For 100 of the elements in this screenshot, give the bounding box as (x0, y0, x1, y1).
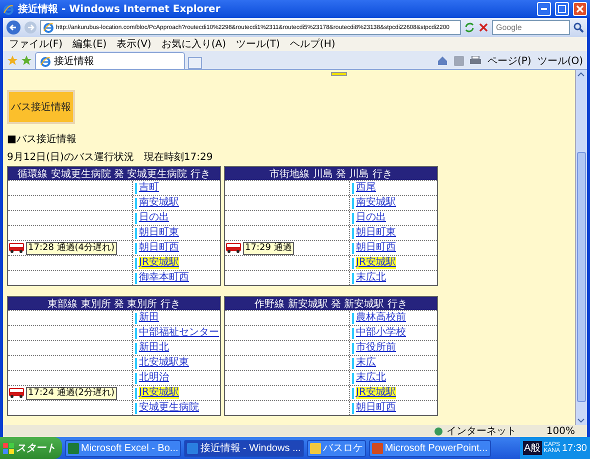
stop-link[interactable]: 中部福祉センター (139, 327, 219, 339)
stop-marker (135, 402, 137, 414)
stop-link[interactable]: JR安城駅 (356, 257, 396, 269)
stop-marker (135, 388, 137, 398)
bus-time-label: 17:28 通過(4分遅れ) (26, 242, 117, 254)
stop-link[interactable]: 日の出 (356, 212, 386, 224)
stop-link[interactable]: 朝日町西 (356, 402, 396, 414)
stop-link[interactable]: 北安城駅東 (139, 357, 189, 369)
stop-marker (135, 372, 137, 384)
star-icon[interactable] (7, 54, 18, 66)
route-title: 循環線 安城更生病院 発 安城更生病院 行き (8, 167, 220, 180)
menu-item[interactable]: ファイル(F) (9, 37, 63, 51)
scroll-down-icon[interactable] (576, 417, 586, 425)
banner-edge (331, 72, 347, 76)
stop-link[interactable]: JR安城駅 (139, 387, 179, 399)
maximize-button[interactable] (555, 2, 569, 16)
menu-item[interactable]: ヘルプ(H) (290, 37, 336, 51)
stop-link[interactable]: 末広 (356, 357, 376, 369)
stop-link[interactable]: 吉町 (139, 182, 159, 194)
stop-marker (135, 312, 137, 324)
menu-item[interactable]: 編集(E) (72, 37, 107, 51)
search-field[interactable]: Google (492, 20, 570, 35)
close-button[interactable] (573, 2, 587, 16)
bus-time-label: 17:24 通過(2分遅れ) (26, 386, 117, 400)
taskbar-item[interactable]: 接近情報 - Windows ... (184, 440, 304, 456)
stop-link[interactable]: 朝日町東 (356, 227, 396, 239)
stop-link[interactable]: 市役所前 (356, 342, 396, 354)
stop-link[interactable]: 日の出 (139, 212, 169, 224)
search-icon[interactable] (573, 22, 584, 33)
minimize-icon (541, 8, 547, 10)
stop-link[interactable]: JR安城駅 (139, 257, 179, 269)
stop-marker (352, 312, 354, 324)
route-title: 東部線 東別所 発 東別所 行き (8, 297, 220, 310)
stop-link[interactable]: 朝日町西 (356, 242, 396, 254)
print-icon[interactable] (470, 56, 482, 66)
scroll-up-icon[interactable] (576, 70, 586, 78)
zoom-button[interactable]: 100% (546, 426, 575, 436)
globe-icon (434, 426, 444, 436)
stop-link[interactable]: 新田北 (139, 342, 169, 354)
stop-link[interactable]: 御幸本町西 (139, 272, 189, 284)
section-heading: ■バス接近情報 (7, 134, 78, 146)
stop-marker (135, 342, 137, 354)
stop-link[interactable]: 南安城駅 (139, 197, 179, 209)
stop-marker (352, 212, 354, 224)
clock: 17:30 (562, 442, 587, 454)
taskbar-item[interactable]: バスロケ (306, 440, 366, 456)
tools-menu-button[interactable]: ツール(O) (537, 54, 583, 68)
bus-time-label: 17:29 通過 (243, 242, 294, 254)
stop-link[interactable]: 南安城駅 (356, 197, 396, 209)
route-title: 市街地線 川島 発 川島 行き (225, 167, 437, 180)
scrollbar[interactable] (575, 70, 587, 425)
route-title: 作野線 新安城駅 発 新安城駅 行き (225, 297, 437, 310)
stop-marker (135, 182, 137, 194)
browser-tab[interactable]: 接近情報 (35, 52, 185, 69)
stop-link[interactable]: 農林高校前 (356, 312, 406, 324)
stop-link[interactable]: 安城更生病院 (139, 402, 199, 414)
stop-link[interactable]: 西尾 (356, 182, 376, 194)
stop-marker (352, 228, 354, 238)
stop-marker (135, 258, 137, 268)
stop-marker (352, 198, 354, 208)
stop-marker (352, 358, 354, 368)
menu-item[interactable]: ツール(T) (236, 37, 280, 51)
menu-item[interactable]: お気に入り(A) (161, 37, 226, 51)
stop-link[interactable]: 末広北 (356, 272, 386, 284)
stop-link[interactable]: 新田 (139, 312, 159, 324)
window-title: 接近情報 - Windows Internet Explorer (18, 2, 222, 16)
stop-icon[interactable] (478, 22, 489, 33)
stop-link[interactable]: 朝日町西 (139, 242, 179, 254)
stop-link[interactable]: 朝日町東 (139, 227, 179, 239)
bus-approach-button[interactable]: バス接近情報 (7, 90, 75, 124)
back-icon[interactable] (6, 20, 21, 35)
stop-marker (352, 372, 354, 384)
stop-marker (352, 342, 354, 354)
stop-marker (352, 328, 354, 338)
zone-label: インターネット (446, 425, 516, 438)
stop-marker (135, 242, 137, 254)
stop-link[interactable]: JR安城駅 (356, 387, 396, 399)
ime-indicator[interactable]: A般 (522, 441, 542, 455)
taskbar-item[interactable]: Microsoft PowerPoint... (368, 440, 491, 456)
stop-marker (352, 182, 354, 194)
stop-marker (135, 198, 137, 208)
stop-marker (135, 328, 137, 338)
stop-link[interactable]: 末広北 (356, 372, 386, 384)
stop-marker (352, 402, 354, 414)
page-menu-button[interactable]: ページ(P) (487, 54, 532, 68)
maximize-icon (558, 5, 566, 13)
menu-item[interactable]: 表示(V) (116, 37, 152, 51)
refresh-icon[interactable] (464, 22, 475, 33)
stop-marker (352, 388, 354, 398)
home-icon[interactable] (437, 55, 448, 66)
taskbar-item[interactable]: Microsoft Excel - Bo... (65, 440, 182, 456)
stop-marker (352, 242, 354, 254)
minimize-button[interactable] (537, 2, 551, 16)
new-tab-button[interactable] (188, 57, 202, 69)
stop-link[interactable]: 北明治 (139, 372, 169, 384)
stop-link[interactable]: 中部小学校 (356, 327, 406, 339)
stop-marker (135, 212, 137, 224)
stop-marker (135, 272, 137, 284)
add-favorite-icon[interactable] (21, 54, 32, 66)
stop-marker (135, 228, 137, 238)
